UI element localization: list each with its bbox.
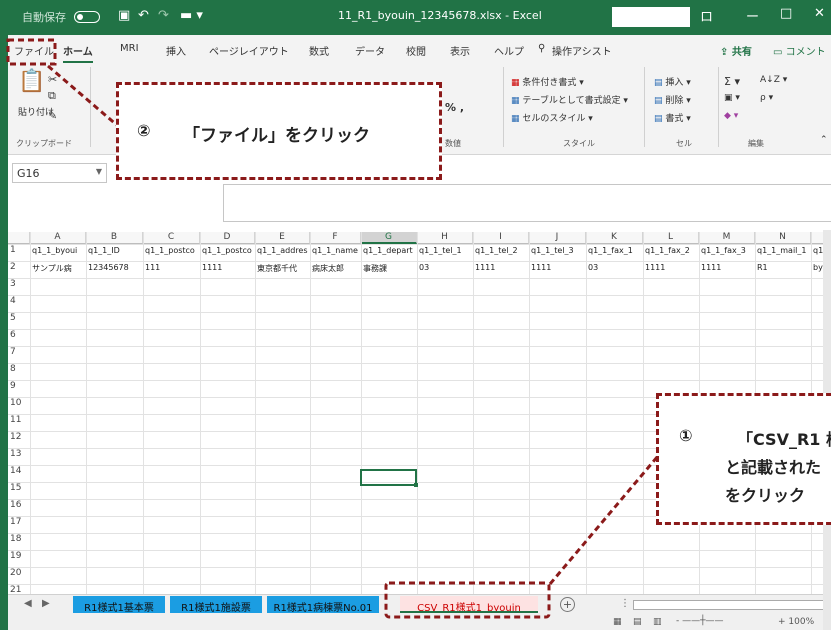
excel-window: 自動保存 ▣ ↶ ↷ ▬ ▾ 11_R1_byouin_12345678.xls…	[0, 0, 831, 630]
callout-step-2: ② 「ファイル」をクリック	[116, 82, 442, 180]
file-tab-highlight	[6, 38, 57, 66]
csv-tab-highlight	[384, 581, 551, 619]
callout-line: をクリック	[725, 486, 806, 505]
callout-step-1: ① 「CSV_R1 様 と記載された をクリック	[656, 393, 831, 525]
callout-connector	[47, 64, 119, 128]
callout-connector	[548, 455, 660, 585]
callout-line: 「CSV_R1 様	[737, 430, 831, 449]
callout-line: と記載された	[725, 458, 822, 477]
callout-number: ②	[137, 121, 151, 140]
callout-number: ①	[679, 426, 693, 445]
callout-text: 「ファイル」をクリック	[183, 126, 370, 146]
